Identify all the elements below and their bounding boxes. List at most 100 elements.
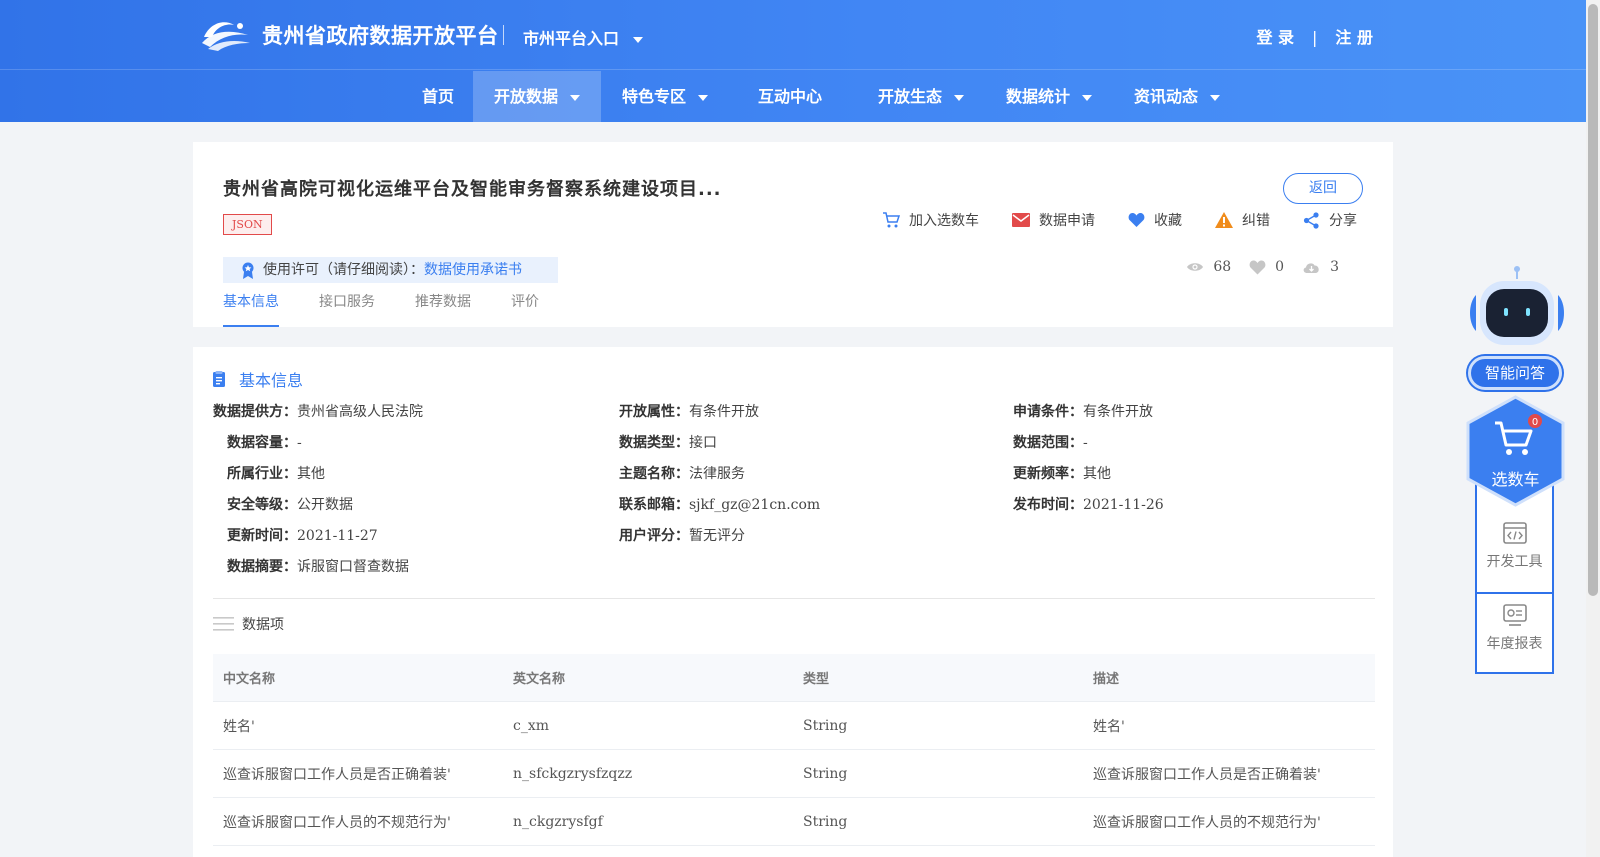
download-count-value: 3 [1330, 259, 1339, 275]
info-publish-time: 发布时间：2021-11-26 [1013, 494, 1164, 514]
column-header: 英文名称 [513, 672, 566, 687]
field-value: 接口 [689, 435, 717, 451]
city-platform-dropdown[interactable]: 市州平台入口 [523, 25, 644, 49]
field-label: 安全等级： [227, 497, 297, 513]
table-cell: n_sfckgzrysfzqzz [513, 765, 633, 782]
column-header: 类型 [803, 672, 830, 687]
nav-item-open-data[interactable]: 开放数据 [473, 71, 601, 122]
site-header: 贵州省政府数据开放平台 市州平台入口 登 录 | 注 册 首页 开放数据 特色专区 … [0, 0, 1586, 122]
chevron-down-icon [1210, 94, 1220, 101]
report-icon [1502, 604, 1527, 626]
favorite-button[interactable]: 收藏 [1128, 210, 1182, 230]
field-value: 有条件开放 [689, 404, 759, 420]
table-cell: n_ckgzrysfgf [513, 813, 603, 830]
info-email: 联系邮箱：sjkf_gz@21cn.com [619, 494, 820, 514]
nav-item-home[interactable]: 首页 [393, 71, 483, 122]
add-to-cart-button[interactable]: 加入选数车 [882, 210, 979, 230]
chevron-down-icon [633, 36, 644, 43]
table-row: 巡查诉服窗口工作人员是否正确着装' n_sfckgzrysfzqzz Strin… [213, 750, 1375, 798]
share-button[interactable]: 分享 [1303, 210, 1357, 230]
selection-cart-button[interactable]: 0 [1465, 395, 1566, 507]
field-label: 所属行业： [227, 466, 297, 482]
field-label: 数据范围： [1013, 435, 1083, 451]
scrollbar-thumb[interactable] [1588, 4, 1598, 596]
nav-label: 特色专区 [621, 87, 686, 106]
field-label: 主题名称： [619, 466, 689, 482]
site-title[interactable]: 贵州省政府数据开放平台 [262, 20, 499, 50]
nav-item-ecosystem[interactable]: 开放生态 [857, 71, 985, 122]
report-error-button[interactable]: 纠错 [1215, 210, 1270, 230]
info-frequency: 更新频率：其他 [1013, 463, 1111, 483]
nav-item-interaction[interactable]: 互动中心 [738, 71, 842, 122]
auth-separator: | [1312, 28, 1318, 47]
login-link[interactable]: 登 录 [1256, 28, 1294, 47]
view-count: 68 [1186, 259, 1231, 275]
license-prefix: 使用许可（请仔细阅读）： [263, 262, 424, 278]
smart-qa-button[interactable]: 智能问答 [1468, 356, 1562, 390]
table-row: 姓名' c_xm String 姓名' [213, 702, 1375, 750]
data-items-heading: 数据项 [213, 614, 284, 634]
field-value: 2021-11-27 [297, 528, 378, 544]
table-cell: String [803, 765, 848, 782]
info-update-time: 更新时间：2021-11-27 [227, 525, 378, 545]
field-label: 数据提供方： [213, 404, 297, 420]
code-icon [1502, 522, 1527, 544]
nav-item-statistics[interactable]: 数据统计 [985, 71, 1113, 122]
warning-icon [1215, 212, 1233, 228]
nav-item-special-zone[interactable]: 特色专区 [601, 71, 729, 122]
info-scope: 数据范围：- [1013, 432, 1088, 452]
nav-item-news[interactable]: 资讯动态 [1113, 71, 1241, 122]
dev-tools-label: 开发工具 [1486, 554, 1543, 570]
tab-recommended[interactable]: 推荐数据 [415, 290, 471, 327]
field-label: 开放属性： [619, 404, 689, 420]
field-value: - [1083, 435, 1088, 451]
info-provider: 数据提供方：贵州省高级人民法院 [213, 401, 423, 421]
field-value: - [297, 435, 302, 451]
dataset-stats: 68 0 3 [1186, 259, 1339, 275]
license-link[interactable]: 数据使用承诺书 [424, 262, 522, 278]
award-badge-icon [242, 262, 254, 279]
view-count-value: 68 [1213, 259, 1232, 275]
info-apply-condition: 申请条件：有条件开放 [1013, 401, 1153, 421]
heart-icon [1128, 213, 1145, 227]
field-label: 数据容量： [227, 435, 297, 451]
top-bar: 贵州省政府数据开放平台 市州平台入口 登 录 | 注 册 [0, 0, 1586, 70]
nav-label: 首页 [421, 87, 454, 106]
section-divider [213, 598, 1375, 599]
field-label: 数据类型： [619, 435, 689, 451]
table-cell: String [803, 813, 848, 830]
back-button[interactable]: 返回 [1283, 173, 1363, 204]
auth-links: 登 录 | 注 册 [1256, 24, 1373, 48]
field-value: 诉服窗口督查数据 [297, 559, 409, 575]
basic-info-title: 基本信息 [239, 371, 304, 390]
cart-count: 0 [1532, 417, 1538, 428]
tab-reviews[interactable]: 评价 [511, 290, 539, 327]
field-value: 有条件开放 [1083, 404, 1153, 420]
field-label: 数据摘要： [227, 559, 297, 575]
dataset-title: 贵州省高院可视化运维平台及智能审务督察系统建设项目... [223, 179, 722, 200]
platform-logo-icon[interactable] [200, 17, 252, 53]
info-data-type: 数据类型：接口 [619, 432, 717, 452]
download-count: 3 [1302, 259, 1339, 275]
page-scrollbar[interactable] [1586, 0, 1600, 857]
table-row: 巡查诉服窗口工作人员的不规范行为' n_ckgzrysfgf String 巡查… [213, 798, 1375, 846]
table-cell: 姓名' [223, 718, 255, 735]
data-apply-button[interactable]: 数据申请 [1012, 210, 1095, 230]
like-count: 0 [1249, 259, 1284, 275]
float-tool-panel: 开发工具 年度报表 [1475, 478, 1554, 674]
tab-api-service[interactable]: 接口服务 [319, 290, 375, 327]
dev-tools-button[interactable]: 开发工具 [1477, 512, 1552, 592]
dataset-header-card: 贵州省高院可视化运维平台及智能审务督察系统建设项目... 返回 JSON 加入选… [193, 142, 1393, 327]
share-icon [1303, 211, 1319, 229]
field-label: 用户评分： [619, 528, 689, 544]
nav-label: 开放生态 [877, 87, 942, 106]
register-link[interactable]: 注 册 [1335, 28, 1373, 47]
annual-report-button[interactable]: 年度报表 [1477, 592, 1552, 672]
table-cell: String [803, 717, 848, 734]
nav-label: 开放数据 [493, 87, 558, 106]
add-to-cart-label: 加入选数车 [909, 213, 979, 229]
mail-icon [1012, 213, 1030, 227]
like-count-value: 0 [1275, 259, 1285, 275]
field-value: 公开数据 [297, 497, 353, 513]
tab-basic-info[interactable]: 基本信息 [223, 290, 279, 327]
